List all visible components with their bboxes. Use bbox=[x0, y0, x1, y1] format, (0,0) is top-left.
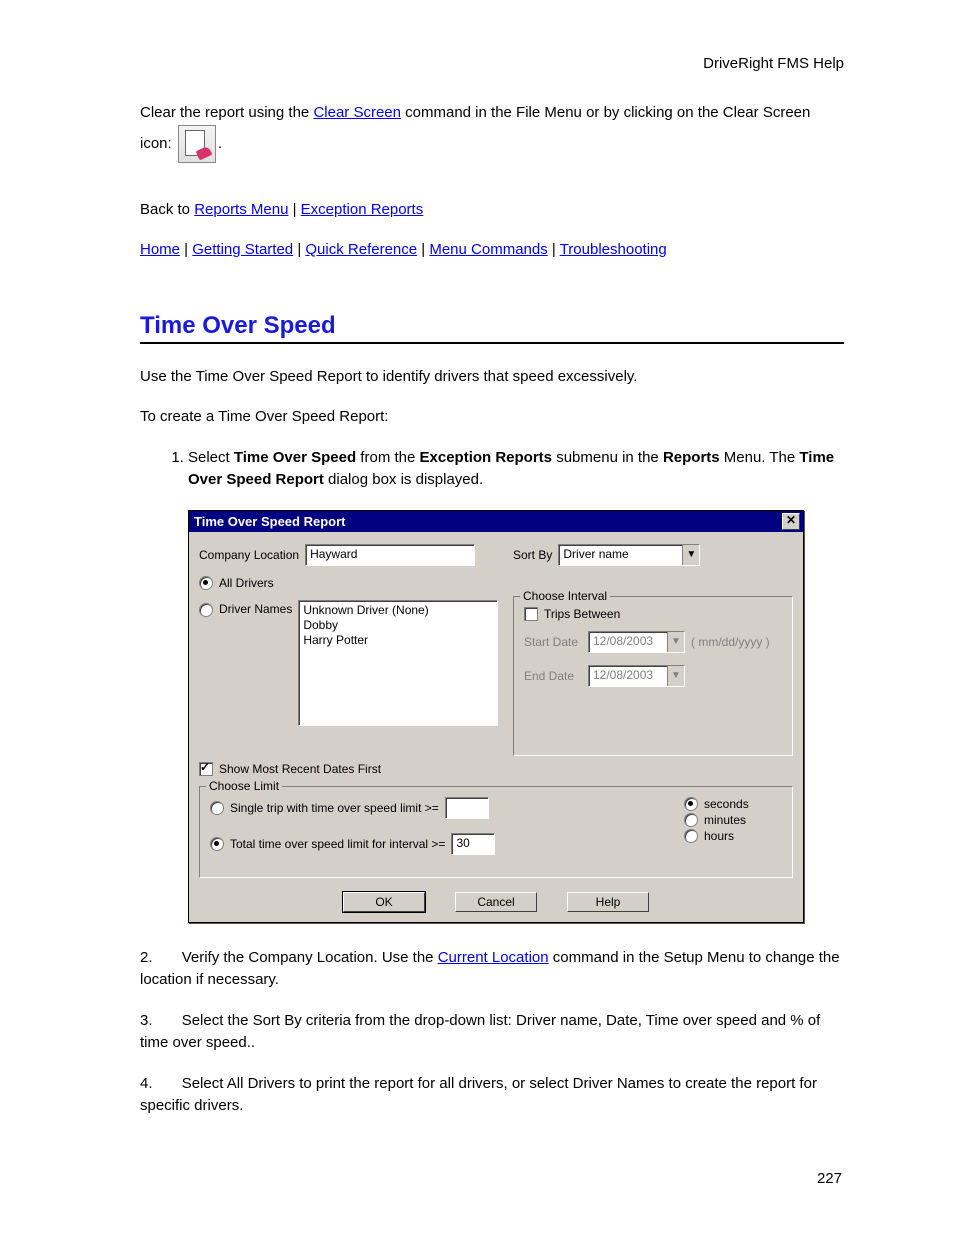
list-item[interactable]: Harry Potter bbox=[303, 633, 493, 648]
step-1: Select Time Over Speed from the Exceptio… bbox=[188, 447, 844, 492]
chevron-down-icon[interactable]: ▼ bbox=[682, 545, 699, 565]
choose-interval-legend: Choose Interval bbox=[520, 589, 610, 603]
company-location-field[interactable]: Hayward bbox=[305, 544, 475, 566]
nav-sep-4: | bbox=[548, 241, 560, 258]
intro-paragraph: Clear the report using the Clear Screen … bbox=[140, 102, 844, 163]
all-drivers-radio[interactable] bbox=[199, 576, 213, 590]
end-date-field[interactable]: 12/08/2003 ▼ bbox=[588, 665, 685, 687]
hours-label: hours bbox=[704, 829, 734, 843]
list-item[interactable]: Dobby bbox=[303, 618, 493, 633]
s1e: submenu in the bbox=[552, 449, 663, 466]
step3-text: Select the Sort By criteria from the dro… bbox=[140, 1012, 820, 1052]
chevron-down-icon: ▼ bbox=[667, 632, 684, 652]
page-number: 227 bbox=[817, 1170, 842, 1187]
menu-commands-link[interactable]: Menu Commands bbox=[429, 241, 547, 258]
step-3: 3. Select the Sort By criteria from the … bbox=[140, 1010, 844, 1055]
driver-names-label: Driver Names bbox=[219, 602, 292, 616]
total-time-label: Total time over speed limit for interval… bbox=[230, 837, 445, 851]
sort-by-label: Sort By bbox=[513, 548, 552, 562]
doc-header: DriveRight FMS Help bbox=[140, 55, 844, 72]
hours-radio[interactable] bbox=[684, 829, 698, 843]
minutes-label: minutes bbox=[704, 813, 746, 827]
nav-sep-1: | bbox=[180, 241, 192, 258]
list-item[interactable]: Unknown Driver (None) bbox=[303, 603, 493, 618]
reports-menu-link[interactable]: Reports Menu bbox=[194, 201, 288, 218]
close-icon[interactable]: ✕ bbox=[782, 513, 800, 530]
time-over-speed-dialog: Time Over Speed Report ✕ Company Locatio… bbox=[188, 510, 804, 923]
home-link[interactable]: Home bbox=[140, 241, 180, 258]
s1i: dialog box is displayed. bbox=[324, 471, 483, 488]
sort-by-dropdown[interactable]: Driver name ▼ bbox=[558, 544, 700, 566]
minutes-radio[interactable] bbox=[684, 813, 698, 827]
nav-sep-3: | bbox=[417, 241, 429, 258]
sort-by-value: Driver name bbox=[559, 545, 682, 565]
s1g: Menu. The bbox=[720, 449, 800, 466]
seconds-radio[interactable] bbox=[684, 797, 698, 811]
back-sep: | bbox=[288, 201, 300, 218]
quick-reference-link[interactable]: Quick Reference bbox=[305, 241, 417, 258]
dialog-titlebar: Time Over Speed Report ✕ bbox=[189, 511, 803, 532]
nav-line: Home | Getting Started | Quick Reference… bbox=[140, 239, 844, 262]
step2-num: 2. bbox=[140, 949, 153, 966]
step4-text: Select All Drivers to print the report f… bbox=[140, 1075, 817, 1115]
s1d: Exception Reports bbox=[420, 449, 553, 466]
para-use: Use the Time Over Speed Report to identi… bbox=[140, 366, 844, 389]
section-title: Time Over Speed bbox=[140, 312, 844, 340]
ok-button[interactable]: OK bbox=[343, 892, 425, 912]
title-rule bbox=[140, 342, 844, 344]
dialog-title: Time Over Speed Report bbox=[194, 514, 345, 529]
steps-list: Select Time Over Speed from the Exceptio… bbox=[140, 447, 844, 492]
troubleshooting-link[interactable]: Troubleshooting bbox=[560, 241, 667, 258]
start-date-field[interactable]: 12/08/2003 ▼ bbox=[588, 631, 685, 653]
end-date-value: 12/08/2003 bbox=[589, 666, 667, 686]
driver-names-radio[interactable] bbox=[199, 603, 213, 617]
date-format-hint: ( mm/dd/yyyy ) bbox=[691, 635, 770, 649]
help-button[interactable]: Help bbox=[567, 892, 649, 912]
single-trip-label: Single trip with time over speed limit >… bbox=[230, 801, 439, 815]
start-date-value: 12/08/2003 bbox=[589, 632, 667, 652]
step3-num: 3. bbox=[140, 1012, 153, 1029]
company-location-label: Company Location bbox=[199, 548, 299, 562]
all-drivers-label: All Drivers bbox=[219, 576, 274, 590]
total-time-input[interactable]: 30 bbox=[451, 833, 495, 855]
s1f: Reports bbox=[663, 449, 720, 466]
driver-names-listbox[interactable]: Unknown Driver (None) Dobby Harry Potter bbox=[298, 600, 498, 726]
s1c: from the bbox=[356, 449, 419, 466]
step4-num: 4. bbox=[140, 1075, 153, 1092]
intro-period: . bbox=[218, 134, 222, 151]
clear-screen-icon[interactable] bbox=[178, 125, 216, 163]
trips-between-checkbox[interactable] bbox=[524, 607, 538, 621]
getting-started-link[interactable]: Getting Started bbox=[192, 241, 293, 258]
nav-sep-2: | bbox=[293, 241, 305, 258]
clear-screen-link[interactable]: Clear Screen bbox=[313, 104, 401, 121]
step-4: 4. Select All Drivers to print the repor… bbox=[140, 1073, 844, 1118]
end-date-label: End Date bbox=[524, 669, 582, 683]
trips-between-label: Trips Between bbox=[544, 607, 620, 621]
s1a: Select bbox=[188, 449, 234, 466]
total-time-radio[interactable] bbox=[210, 837, 224, 851]
cancel-button[interactable]: Cancel bbox=[455, 892, 537, 912]
chevron-down-icon: ▼ bbox=[667, 666, 684, 686]
start-date-label: Start Date bbox=[524, 635, 582, 649]
step-2: 2. Verify the Company Location. Use the … bbox=[140, 947, 844, 992]
para-create: To create a Time Over Speed Report: bbox=[140, 406, 844, 429]
exception-reports-link[interactable]: Exception Reports bbox=[301, 201, 424, 218]
current-location-link[interactable]: Current Location bbox=[438, 949, 549, 966]
back-prefix: Back to bbox=[140, 201, 194, 218]
single-trip-input[interactable] bbox=[445, 797, 489, 819]
show-recent-label: Show Most Recent Dates First bbox=[219, 762, 381, 776]
back-to-line: Back to Reports Menu | Exception Reports bbox=[140, 199, 844, 222]
seconds-label: seconds bbox=[704, 797, 749, 811]
step2-a: Verify the Company Location. Use the bbox=[182, 949, 438, 966]
choose-limit-legend: Choose Limit bbox=[206, 779, 282, 793]
intro-text-1: Clear the report using the bbox=[140, 104, 313, 121]
show-recent-checkbox[interactable] bbox=[199, 762, 213, 776]
single-trip-radio[interactable] bbox=[210, 801, 224, 815]
s1b: Time Over Speed bbox=[234, 449, 356, 466]
